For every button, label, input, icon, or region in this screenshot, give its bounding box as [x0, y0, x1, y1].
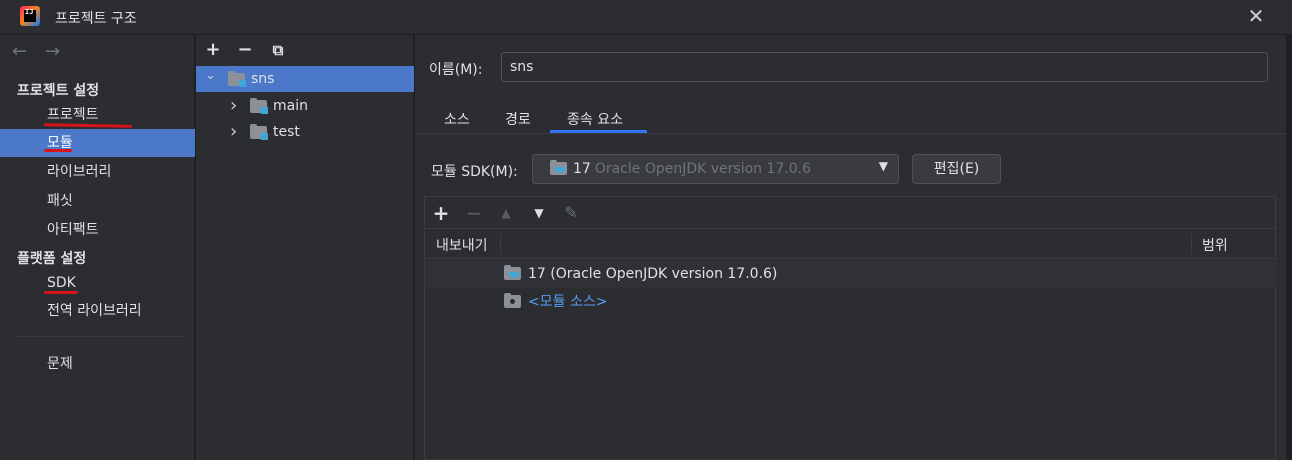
module-folder-icon	[250, 124, 268, 140]
jdk-folder-icon	[550, 160, 567, 175]
chevron-down-icon[interactable]: ▼	[879, 159, 888, 173]
edit-dependency-icon[interactable]: ✎	[560, 202, 582, 224]
platform-settings-header: 플랫폼 설정	[17, 251, 87, 267]
chevron-down-icon[interactable]: ⌄	[205, 63, 216, 89]
forward-arrow-icon[interactable]: →	[45, 41, 60, 62]
dependencies-toolbar: + − ▲ ▼ ✎	[425, 197, 1277, 229]
sidebar-item-libraries[interactable]: 라이브러리	[0, 158, 195, 186]
sdk-description: Oracle OpenJDK version 17.0.6	[594, 161, 812, 177]
jdk-folder-icon	[504, 265, 521, 280]
sidebar-divider	[17, 336, 185, 337]
tree-item-label: test	[273, 124, 300, 140]
tabs-divider	[415, 133, 1292, 134]
move-down-icon[interactable]: ▼	[528, 202, 550, 224]
dependency-label: 17 (Oracle OpenJDK version 17.0.6)	[528, 266, 778, 282]
tree-item-label: main	[273, 98, 308, 114]
dependency-row-sdk[interactable]: 17 (Oracle OpenJDK version 17.0.6)	[425, 260, 1277, 288]
sidebar-item-global-libraries[interactable]: 전역 라이브러리	[0, 297, 195, 325]
title-bar: IJ 프로젝트 구조 ✕	[0, 0, 1292, 35]
sidebar-item-facets[interactable]: 패싯	[0, 187, 195, 215]
app-icon-text: IJ	[25, 8, 34, 16]
module-folder-icon	[228, 71, 246, 87]
window-title: 프로젝트 구조	[55, 11, 137, 27]
copy-module-icon[interactable]: ⧉	[267, 39, 289, 61]
module-sdk-dropdown[interactable]: 17 Oracle OpenJDK version 17.0.6 ▼	[532, 154, 899, 184]
remove-dependency-icon[interactable]: −	[463, 202, 485, 224]
tree-item-label: sns	[251, 71, 275, 87]
add-module-icon[interactable]: +	[202, 39, 224, 61]
sidebar-item-artifacts[interactable]: 아티팩트	[0, 216, 195, 244]
column-separator	[1191, 233, 1192, 255]
tab-paths[interactable]: 경로	[505, 109, 531, 129]
remove-module-icon[interactable]: −	[234, 39, 256, 61]
edit-sdk-button[interactable]: 편집(E)	[912, 154, 1001, 184]
sidebar-item-modules[interactable]: 모듈	[0, 129, 195, 157]
sdk-version: 17	[573, 161, 591, 177]
dependencies-header: 내보내기 범위	[425, 229, 1277, 259]
dependency-row-module-source[interactable]: <모듈 소스>	[425, 288, 1277, 316]
settings-sidebar: ← → 프로젝트 설정 프로젝트 모듈 라이브러리 패싯 아티팩트 플랫폼 설정…	[0, 35, 195, 460]
module-folder-icon	[250, 98, 268, 114]
module-name-input[interactable]: sns	[501, 52, 1268, 82]
add-dependency-icon[interactable]: +	[430, 202, 452, 224]
annotation-underline	[44, 291, 78, 294]
column-scope[interactable]: 범위	[1202, 235, 1228, 255]
move-up-icon[interactable]: ▲	[495, 202, 517, 224]
tree-item-sns[interactable]: ⌄ sns	[196, 66, 414, 92]
module-tree-panel: + − ⧉ ⌄ sns › main › test	[196, 35, 414, 460]
close-icon[interactable]: ✕	[1244, 5, 1268, 29]
module-sdk-label: 모듈 SDK(M):	[431, 164, 518, 180]
chevron-right-icon[interactable]: ›	[230, 93, 237, 119]
chevron-right-icon[interactable]: ›	[230, 119, 237, 145]
sidebar-item-problems[interactable]: 문제	[0, 350, 195, 378]
column-export[interactable]: 내보내기	[436, 235, 488, 255]
column-separator	[500, 233, 501, 255]
tree-item-main[interactable]: › main	[196, 93, 414, 119]
back-arrow-icon[interactable]: ←	[12, 41, 27, 62]
dependency-label: <모듈 소스>	[528, 294, 608, 310]
sidebar-item-sdk[interactable]: SDK	[0, 269, 195, 297]
module-details-panel: 이름(M): sns 소스 경로 종속 요소 모듈 SDK(M): 17 Orac…	[415, 35, 1292, 460]
dependencies-table: + − ▲ ▼ ✎ 내보내기 범위 17 (Oracle OpenJDK ver…	[424, 196, 1277, 460]
name-label: 이름(M):	[429, 62, 483, 78]
window-edge	[1286, 35, 1292, 460]
tab-sources[interactable]: 소스	[444, 109, 470, 129]
tree-item-test[interactable]: › test	[196, 119, 414, 145]
project-settings-header: 프로젝트 설정	[17, 83, 100, 99]
source-folder-icon	[504, 293, 521, 308]
tab-dependencies[interactable]: 종속 요소	[567, 109, 623, 129]
annotation-underline	[44, 149, 72, 152]
